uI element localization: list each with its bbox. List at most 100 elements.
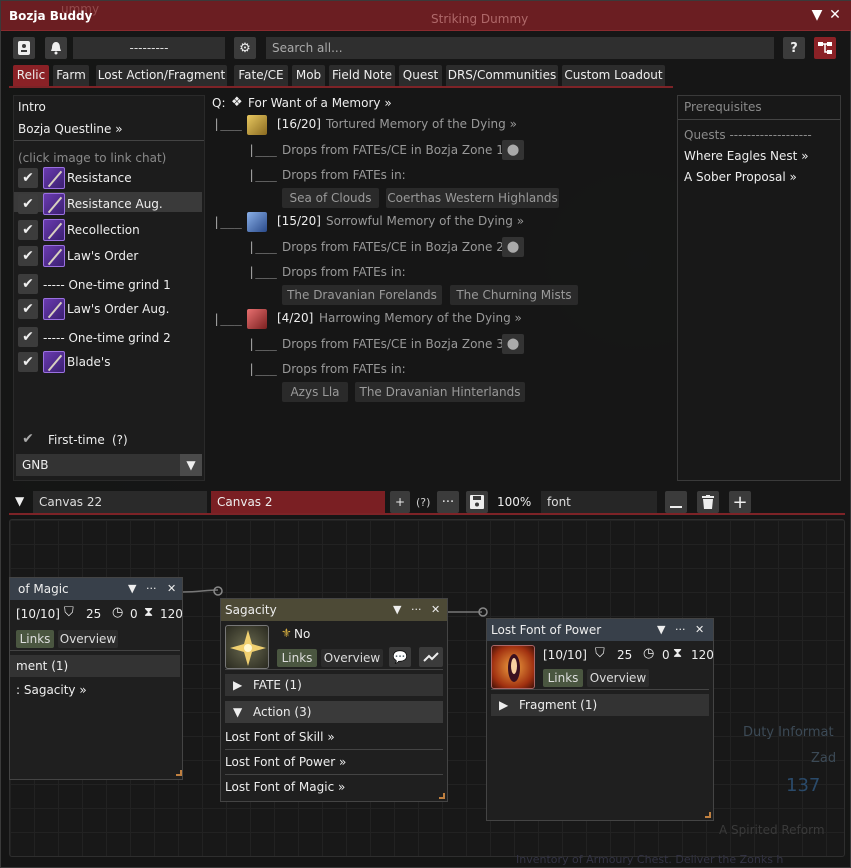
sidebar-questline[interactable]: Bozja Questline »: [18, 122, 123, 136]
canvas-help[interactable]: (?): [416, 496, 430, 509]
title-bar[interactable]: ummy Bozja Buddy Striking Dummy ▼ ✕: [1, 1, 851, 31]
job-select[interactable]: GNB ▼: [16, 454, 202, 476]
close-icon[interactable]: ✕: [827, 7, 843, 23]
checkbox-blades[interactable]: ✔: [18, 352, 38, 372]
resize-handle[interactable]: [705, 812, 711, 818]
more-icon[interactable]: ···: [146, 578, 157, 600]
collapse-canvas-icon[interactable]: ▼: [15, 494, 24, 508]
tab-drs-communities[interactable]: DRS/Communities: [446, 65, 558, 86]
sidebar-item-laws-order[interactable]: Law's Order: [67, 249, 138, 263]
node-fragment-row[interactable]: ▶ Fragment (1): [491, 694, 709, 716]
resize-handle[interactable]: [439, 793, 445, 799]
node-font-of-magic[interactable]: of Magic ▼ ··· ✕ [10/10] ⛉ 25 ◷ 0 ⧗ 120 …: [9, 577, 183, 780]
checkbox-recollection[interactable]: ✔: [18, 220, 38, 240]
add-node-icon[interactable]: +: [729, 491, 751, 513]
map-pin-icon[interactable]: ⬤: [502, 237, 524, 257]
zone-chip[interactable]: Azys Lla: [282, 382, 348, 402]
sidebar-item-recollection[interactable]: Recollection: [67, 223, 140, 237]
sidebar-item-grind-2[interactable]: ----- One-time grind 2: [43, 331, 171, 345]
tab-relic[interactable]: Relic: [13, 65, 49, 86]
checkbox-laws-order-aug[interactable]: ✔: [18, 299, 38, 319]
node-tab-overview[interactable]: Overview: [58, 630, 118, 648]
prereq-quest-1[interactable]: Where Eagles Nest »: [684, 149, 809, 163]
node-tab-links[interactable]: Links: [543, 669, 583, 687]
quest-title[interactable]: For Want of a Memory »: [248, 96, 392, 110]
relic-weapon-icon[interactable]: [43, 167, 65, 189]
zone-chip[interactable]: The Churning Mists: [450, 285, 578, 305]
trash-icon[interactable]: [697, 491, 719, 513]
node-action-row[interactable]: ▼ Action (3): [225, 701, 443, 723]
node-lost-font-of-power[interactable]: Lost Font of Power ▼ ··· ✕ [10/10] ⛉ 25 …: [486, 618, 714, 821]
canvas-more-button[interactable]: ···: [437, 491, 459, 513]
close-icon[interactable]: ✕: [431, 599, 440, 621]
gear-icon[interactable]: ⚙: [234, 37, 256, 59]
prereq-quest-2[interactable]: A Sober Proposal »: [684, 170, 797, 184]
chevron-down-icon[interactable]: ▼: [180, 454, 202, 476]
tab-fate-ce[interactable]: Fate/CE: [234, 65, 288, 86]
chevron-down-icon[interactable]: ▼: [128, 578, 136, 600]
memory-name[interactable]: Harrowing Memory of the Dying »: [319, 311, 522, 325]
font-input[interactable]: font: [541, 491, 657, 513]
minimize-icon[interactable]: [665, 491, 687, 513]
sidebar-intro[interactable]: Intro: [18, 100, 46, 114]
zone-chip[interactable]: The Dravanian Hinterlands: [355, 382, 525, 402]
node-tab-overview[interactable]: Overview: [321, 649, 383, 667]
search-input[interactable]: Search all...: [266, 37, 774, 59]
chat-icon[interactable]: 💬: [389, 647, 411, 667]
node-link-font-of-magic[interactable]: Lost Font of Magic »: [225, 780, 345, 794]
memory-icon[interactable]: [247, 309, 267, 329]
help-button[interactable]: ?: [783, 37, 805, 59]
checkbox-grind-2[interactable]: ✔: [18, 327, 38, 347]
bell-icon[interactable]: [45, 37, 67, 59]
node-sagacity[interactable]: Sagacity ▼ ··· ✕ ⚜ No Links Overview 💬 ▶…: [220, 598, 448, 802]
map-pin-icon[interactable]: ⬤: [502, 140, 524, 160]
font-of-power-icon[interactable]: [491, 645, 535, 689]
relic-weapon-icon[interactable]: [43, 245, 65, 267]
relic-weapon-icon[interactable]: [43, 219, 65, 241]
node-tab-links[interactable]: Links: [277, 649, 317, 667]
add-canvas-button[interactable]: +: [390, 491, 410, 513]
checkbox-grind-1[interactable]: ✔: [18, 274, 38, 294]
resize-handle[interactable]: [176, 770, 182, 776]
tab-farm[interactable]: Farm: [53, 65, 89, 86]
trend-icon[interactable]: [419, 647, 443, 667]
tab-mob[interactable]: Mob: [292, 65, 325, 86]
node-link-font-of-skill[interactable]: Lost Font of Skill »: [225, 730, 335, 744]
zone-chip[interactable]: The Dravanian Forelands: [282, 285, 442, 305]
node-fate-row[interactable]: ▶ FATE (1): [225, 674, 443, 696]
map-pin-icon[interactable]: ⬤: [502, 334, 524, 354]
node-fragment-row[interactable]: ment (1): [10, 655, 180, 677]
memory-name[interactable]: Sorrowful Memory of the Dying »: [326, 214, 524, 228]
profile-dropdown[interactable]: ---------: [73, 37, 225, 59]
relic-weapon-icon[interactable]: [43, 298, 65, 320]
checkbox-first-time[interactable]: ✔: [18, 429, 38, 449]
sidebar-item-resistance[interactable]: Resistance: [67, 171, 132, 185]
zone-chip[interactable]: Coerthas Western Highlands: [386, 188, 559, 208]
first-time-help[interactable]: (?): [112, 433, 128, 447]
node-link-font-of-power[interactable]: Lost Font of Power »: [225, 755, 346, 769]
tab-lost-action[interactable]: Lost Action/Fragment: [96, 65, 227, 86]
node-tab-overview[interactable]: Overview: [587, 669, 649, 687]
network-icon[interactable]: [814, 37, 836, 59]
node-link-sagacity[interactable]: : Sagacity »: [16, 683, 87, 697]
save-icon[interactable]: [466, 491, 488, 513]
zoom-level[interactable]: 100%: [497, 495, 531, 509]
more-icon[interactable]: ···: [675, 619, 686, 641]
memory-icon[interactable]: [247, 115, 267, 135]
node-tab-links[interactable]: Links: [16, 630, 54, 648]
memory-name[interactable]: Tortured Memory of the Dying »: [326, 117, 517, 131]
tab-quest[interactable]: Quest: [399, 65, 442, 86]
tab-field-note[interactable]: Field Note: [329, 65, 395, 86]
checkbox-laws-order[interactable]: ✔: [18, 246, 38, 266]
canvas-select[interactable]: Canvas 22: [33, 491, 207, 513]
chevron-down-icon[interactable]: ▼: [657, 619, 665, 641]
zone-chip[interactable]: Sea of Clouds: [282, 188, 379, 208]
canvas-name-input[interactable]: Canvas 2: [211, 491, 385, 513]
sidebar-item-blades[interactable]: Blade's: [67, 355, 110, 369]
relic-weapon-icon[interactable]: [43, 193, 65, 215]
chevron-down-icon[interactable]: ▼: [393, 599, 401, 621]
sidebar-item-grind-1[interactable]: ----- One-time grind 1: [43, 278, 171, 292]
close-icon[interactable]: ✕: [167, 578, 176, 600]
checkbox-resistance-aug[interactable]: ✔: [18, 194, 38, 214]
sidebar-item-laws-order-aug[interactable]: Law's Order Aug.: [67, 302, 169, 316]
